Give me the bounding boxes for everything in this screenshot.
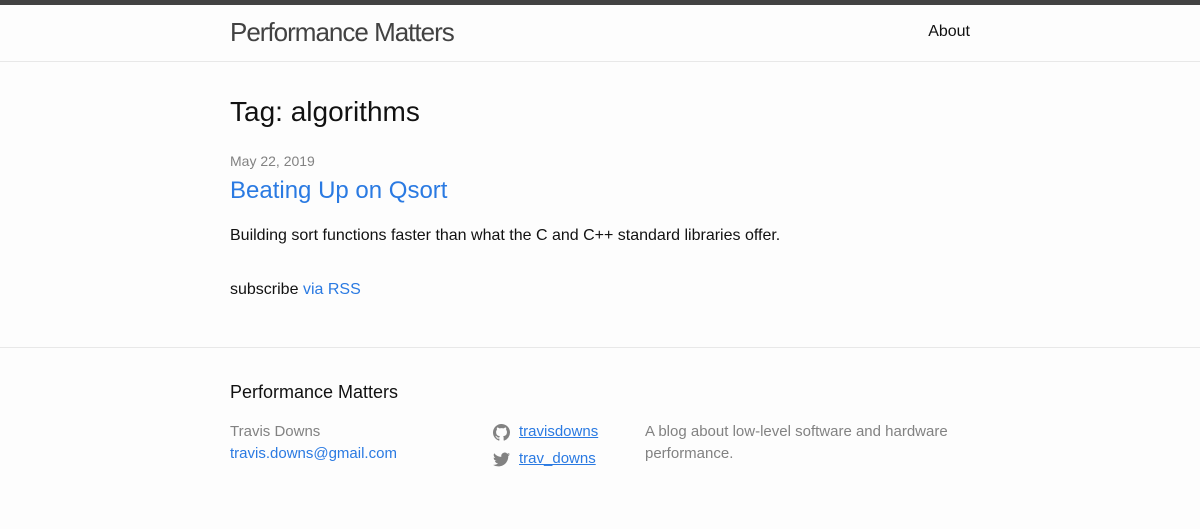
social-item-github[interactable]: travisdowns <box>493 421 598 443</box>
nav-about-link[interactable]: About <box>928 22 970 42</box>
post-excerpt: Building sort functions faster than what… <box>230 227 781 244</box>
github-icon <box>493 423 510 441</box>
site-title-link[interactable]: Performance Matters <box>230 16 455 48</box>
author-name: Travis Downs <box>230 423 321 440</box>
site-footer: Performance Matters Travis Downs travis.… <box>0 347 1200 529</box>
footer-social: travisdowns trav_downs <box>493 421 598 475</box>
twitter-icon <box>493 451 510 468</box>
subscribe-prefix: subscribe <box>230 281 299 298</box>
github-link[interactable]: travisdowns <box>519 421 598 443</box>
twitter-link[interactable]: trav_downs <box>519 448 596 470</box>
social-item-twitter[interactable]: trav_downs <box>493 448 598 470</box>
footer-contact: Travis Downs travis.downs@gmail.com <box>230 421 397 465</box>
subscribe-line: subscribe via RSS <box>230 280 361 300</box>
footer-heading: Performance Matters <box>230 382 399 402</box>
email-link[interactable]: travis.downs@gmail.com <box>230 443 397 465</box>
post-title-link[interactable]: Beating Up on Qsort <box>230 176 447 206</box>
rss-link[interactable]: via RSS <box>303 281 361 298</box>
site-header: Performance Matters About <box>0 5 1200 62</box>
post-date: May 22, 2019 <box>230 153 315 169</box>
footer-description: A blog about low-level software and hard… <box>645 423 948 462</box>
page-title: Tag: algorithms <box>230 96 420 127</box>
